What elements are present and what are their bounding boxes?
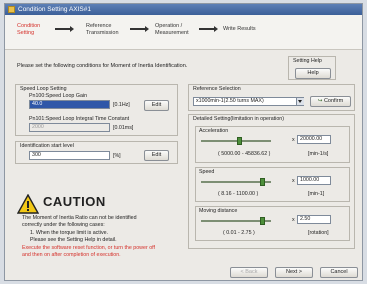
arrow-right-icon [55,26,74,32]
detailed-setting-label: Detailed Setting(limitation in operation… [193,116,284,122]
integral-time-field[interactable]: 2000 [29,123,110,132]
step1-line1: Condition [17,23,41,29]
moving-distance-unit: [rotation] [308,230,329,236]
speed-loop-group: Speed Loop Setting Pn100:Speed Loop Gain… [15,84,178,136]
reference-selection-label: Reference Selection [193,86,241,92]
speed-unit: [min-1] [308,191,325,197]
confirm-icon: ↪ [317,98,323,104]
confirm-button[interactable]: ↪ Confirm [310,96,351,107]
cancel-button[interactable]: Cancel [320,267,358,278]
reference-selection-group: Reference Selection x1000min-1(2.50 turn… [188,84,355,111]
next-button[interactable]: Next > [275,267,313,278]
caution-line3: 1. When the torque limit is active. [30,230,109,236]
speed-label: Speed [199,169,215,175]
identification-level-field[interactable]: 300 [29,151,110,160]
detailed-setting-group: Detailed Setting(limitation in operation… [188,114,355,249]
setting-help-group: Setting Help Help [288,56,336,80]
speed-loop-gain-unit: [0.1Hz] [113,102,130,108]
acceleration-slider[interactable] [201,137,271,145]
step2-line2: Transmission [86,30,119,36]
speed-slider[interactable] [201,178,271,186]
identification-unit: [%] [113,153,121,159]
caution-line2: correctly under the following cases: [22,222,105,228]
identification-label: Identification start level [20,143,74,149]
slider-handle[interactable] [259,178,265,186]
help-button[interactable]: Help [295,68,331,79]
moving-distance-range: ( 0.01 - 2.75 ) [223,230,255,236]
caution-red-line2: and then on after completion of executio… [22,252,121,258]
edit-identification-button[interactable]: Edit [144,150,169,161]
reference-select[interactable]: x1000min-1(2.50 turns MAX) [193,97,304,106]
caution-line4: Please see the Setting Help in detail. [30,237,117,243]
moving-distance-slider[interactable] [201,217,271,225]
step-operation-measurement: Operation / Measurement [155,23,189,37]
identification-group: Identification start level 300 [%] Edit [15,141,178,164]
moving-distance-label: Moving distance [199,208,238,214]
speed-field[interactable]: 1000.00 [297,176,331,185]
arrow-right-icon [130,26,149,32]
edit-gain-button[interactable]: Edit [144,100,169,111]
wizard-steps: Condition Setting Reference Transmission… [5,15,362,50]
step-reference-transmission: Reference Transmission [86,23,119,37]
moving-distance-field[interactable]: 2.50 [297,215,331,224]
app-icon [8,6,15,13]
integral-time-label: Pn101:Speed Loop Integral Time Constant [29,116,130,122]
speed-range: ( 8.16 - 1100.00 ) [218,191,259,197]
instruction-text: Please set the following conditions for … [17,63,188,69]
condition-setting-window: Condition Setting AXIS#1 Condition Setti… [4,3,363,281]
acceleration-label: Acceleration [199,128,229,134]
speed-prefix: x [292,178,295,184]
step3-line2: Measurement [155,30,189,36]
speed-loop-gain-field[interactable]: 40.0 [29,100,110,109]
speed-group: Speed x 1000.00 ( 8.16 - 1100.00 ) [min-… [195,167,350,202]
acceleration-range: ( 5000.00 - 45836.62 ) [218,151,271,157]
acceleration-field[interactable]: 20000.00 [297,135,331,144]
caution-line1: The Moment of Inertia Ratio can not be i… [22,215,137,221]
confirm-label: Confirm [323,98,344,104]
acceleration-prefix: x [292,137,295,143]
speed-loop-gain-label: Pn100:Speed Loop Gain [29,93,88,99]
step-write-results: Write Results [223,26,256,32]
arrow-right-icon [199,26,218,32]
acceleration-group: Acceleration x 20000.00 ( 5000.00 - 4583… [195,126,350,163]
title-bar: Condition Setting AXIS#1 [5,4,362,15]
slider-handle[interactable] [259,217,265,225]
step1-line2: Setting [17,30,35,36]
step-condition-setting: Condition Setting [17,23,40,37]
step2-line1: Reference [86,23,112,29]
moving-distance-group: Moving distance x 2.50 ( 0.01 - 2.75 ) [… [195,206,350,241]
speed-loop-label: Speed Loop Setting [20,86,67,92]
integral-time-unit: [0.01ms] [113,125,134,131]
setting-help-label: Setting Help [293,58,322,64]
slider-handle[interactable] [236,137,242,145]
step3-line1: Operation / [155,23,183,29]
caution-red-line1: Execute the software reset function, or … [22,245,155,251]
caution-title: CAUTION [43,194,106,209]
back-button[interactable]: < Back [230,267,268,278]
window-title: Condition Setting AXIS#1 [18,6,91,13]
acceleration-unit: [min-1/s] [308,151,329,157]
chevron-down-icon[interactable] [296,98,304,105]
warning-icon [17,194,39,214]
moving-distance-prefix: x [292,217,295,223]
